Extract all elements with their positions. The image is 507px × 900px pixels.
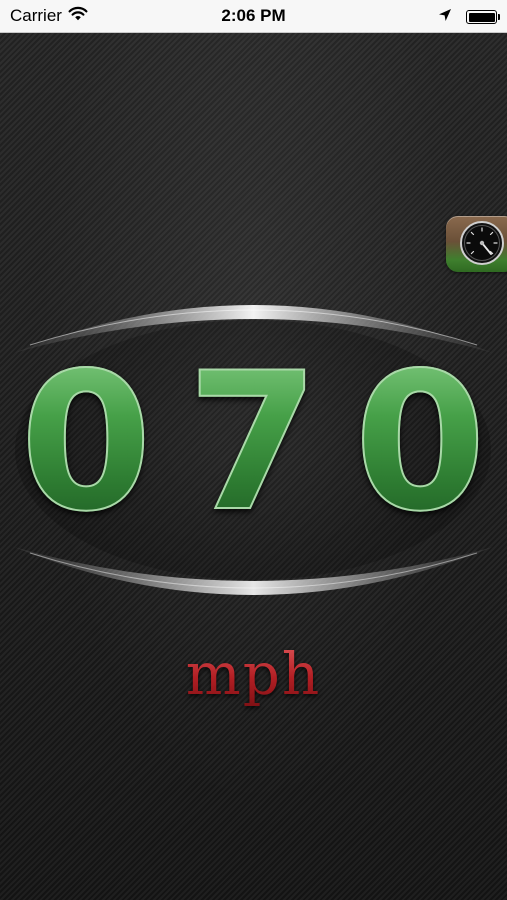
location-arrow-icon — [438, 7, 452, 27]
status-right — [438, 7, 500, 27]
speed-digits: 0 7 0 — [0, 332, 507, 553]
status-bar: Carrier 2:06 PM — [0, 0, 507, 33]
speed-unit-label: mph — [0, 640, 507, 708]
speedometer-screen: Carrier 2:06 PM 0 7 0 mph — [0, 0, 507, 900]
gauge-mode-button[interactable] — [446, 216, 507, 272]
speedometer-icon — [460, 221, 504, 265]
speed-display: 0 7 0 — [0, 285, 507, 615]
battery-tip — [497, 14, 500, 20]
battery-icon — [466, 10, 500, 24]
speed-digit-hundreds: 0 — [19, 332, 153, 553]
speed-digit-tens: 7 — [186, 332, 320, 553]
battery-fill — [468, 12, 495, 22]
speed-digit-ones: 0 — [353, 332, 487, 553]
status-time: 2:06 PM — [221, 6, 286, 25]
